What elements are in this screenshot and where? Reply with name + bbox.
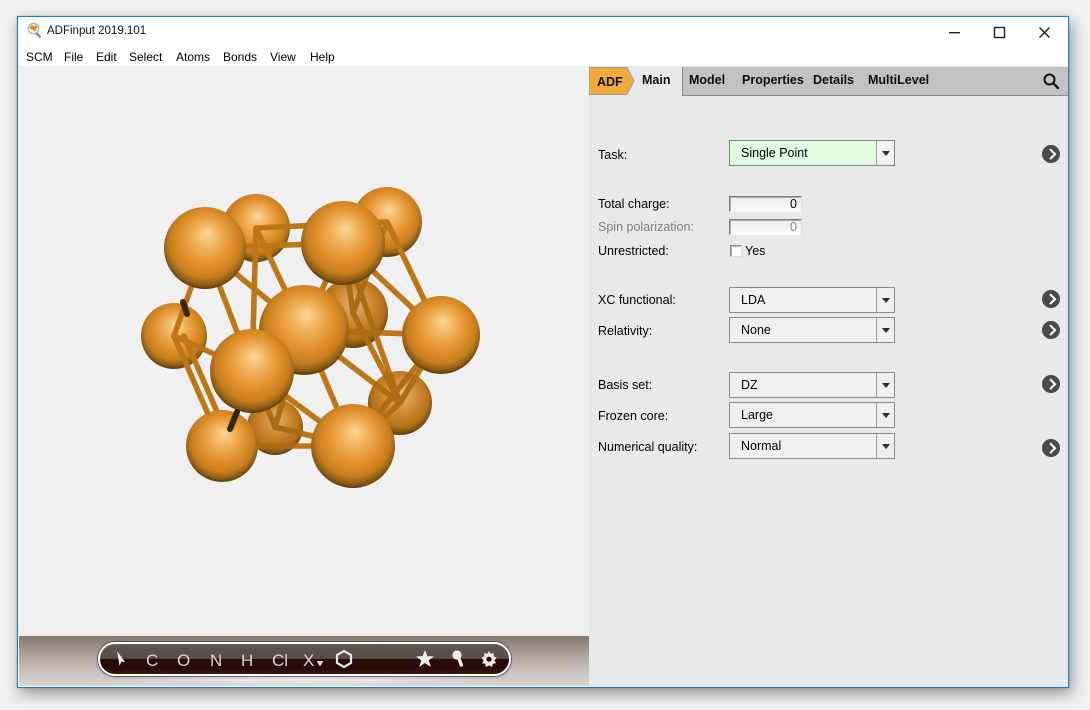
svg-text:ADF: ADF <box>597 75 623 89</box>
